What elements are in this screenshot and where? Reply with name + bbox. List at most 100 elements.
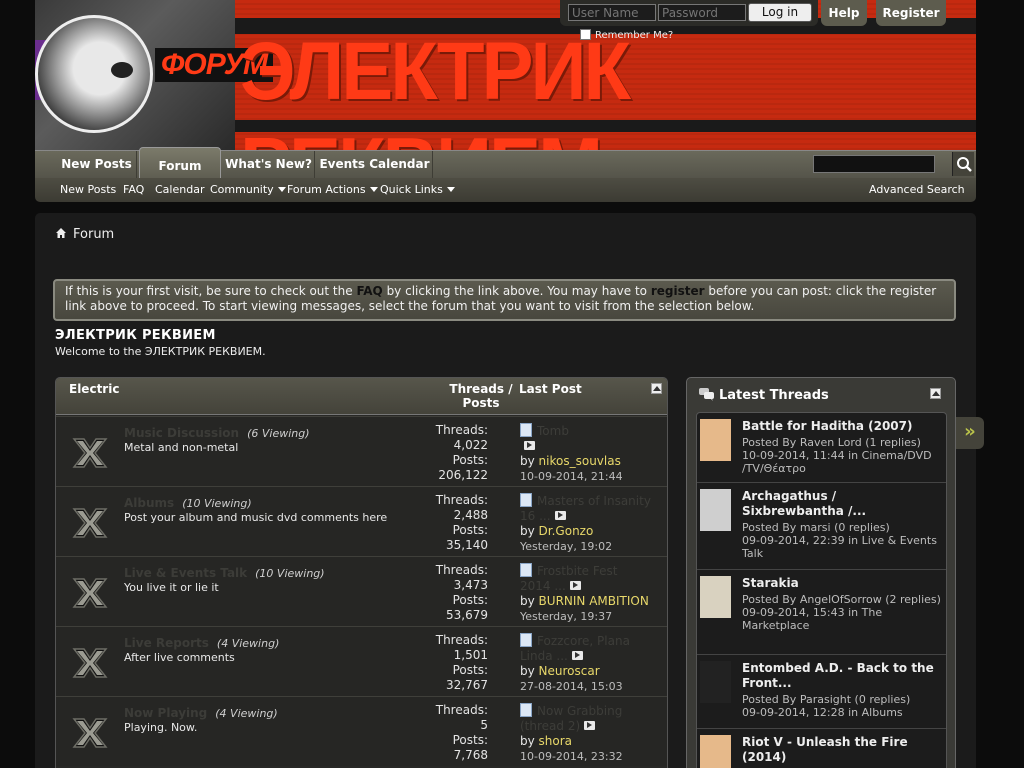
thread-author[interactable]: Raven Lord	[800, 436, 862, 449]
last-post-title[interactable]: Frostbite Fest	[537, 564, 617, 578]
col-last-post: Last Post	[519, 382, 582, 396]
posts-count: 32,767	[446, 678, 488, 692]
thread-thumbnail[interactable]	[700, 576, 731, 618]
x-forum-icon	[72, 438, 108, 468]
threads-label: Threads:	[435, 493, 488, 507]
forum-description: Playing. Now.	[124, 721, 198, 734]
forum-title-text[interactable]: Live Reports	[124, 636, 209, 650]
forum-title[interactable]: Live Reports (4 Viewing)	[124, 636, 279, 650]
last-post-user[interactable]: nikos_souvlas	[539, 454, 621, 468]
collapse-icon[interactable]	[930, 388, 941, 399]
forum-title-text[interactable]: Music Discussion	[124, 426, 239, 440]
arrow-right-icon[interactable]	[584, 721, 596, 730]
last-post-user[interactable]: BURNIN AMBITION	[539, 594, 649, 608]
document-icon	[520, 423, 532, 437]
forum-list: Electric Threads / Posts Last Post Music…	[55, 377, 668, 768]
thread-author[interactable]: marsi	[800, 521, 831, 534]
login-button[interactable]: Log in	[748, 3, 812, 22]
subnav-quick-links[interactable]: Quick Links	[380, 183, 455, 196]
subnav-calendar[interactable]: Calendar	[155, 183, 204, 196]
arrow-right-icon[interactable]	[571, 651, 583, 660]
thread-title[interactable]: Riot V - Unleash the Fire (2014)	[742, 735, 942, 765]
last-post-user[interactable]: Dr.Gonzo	[539, 524, 594, 538]
last-post-title[interactable]: Tomb	[537, 424, 569, 438]
breadcrumb-forum[interactable]: Forum	[73, 227, 114, 242]
last-post-title[interactable]: Fozzcore, Plana	[537, 634, 630, 648]
threads-label: Threads:	[435, 563, 488, 577]
last-post-title-cont[interactable]: 16 ...	[520, 509, 551, 523]
search-button[interactable]	[952, 152, 974, 176]
advanced-search-link[interactable]: Advanced Search	[869, 183, 965, 196]
thread-author[interactable]: Parasight	[800, 693, 851, 706]
forum-title[interactable]: Albums (10 Viewing)	[124, 496, 252, 510]
forum-title[interactable]: Music Discussion (6 Viewing)	[124, 426, 310, 440]
last-post: Frostbite Fest 2014 ... by BURNIN AMBITI…	[520, 563, 660, 624]
home-icon[interactable]	[55, 227, 67, 239]
thread-title[interactable]: Battle for Haditha (2007)	[742, 419, 942, 434]
collapse-icon[interactable]	[651, 383, 662, 394]
arrow-right-icon[interactable]	[524, 441, 535, 450]
thread-forum[interactable]: Albums	[862, 706, 903, 719]
thread-replies: (1 replies)	[865, 436, 921, 449]
forum-title-text[interactable]: Albums	[124, 496, 174, 510]
double-chevron-right-icon[interactable]: »	[956, 417, 984, 449]
subnav-quick-links-label: Quick Links	[380, 183, 443, 196]
welcome-text: Welcome to the ЭЛЕКТРИК РЕКВИЕМ.	[55, 345, 266, 358]
forum-description: After live comments	[124, 651, 235, 664]
thread-title[interactable]: Starakia	[742, 576, 942, 591]
forum-title[interactable]: Live & Events Talk (10 Viewing)	[124, 566, 325, 580]
thread-thumbnail[interactable]	[700, 419, 731, 461]
subnav-new-posts[interactable]: New Posts	[60, 183, 116, 196]
remember-me[interactable]: Remember Me?	[580, 29, 673, 41]
by-label: by	[520, 594, 535, 608]
posts-label: Posts:	[452, 593, 488, 607]
latest-thread-item: Battle for Haditha (2007) Posted By Rave…	[697, 413, 946, 483]
tab-new-posts[interactable]: New Posts	[57, 151, 137, 179]
password-input[interactable]	[658, 4, 746, 21]
forum-title-text[interactable]: Live & Events Talk	[124, 566, 247, 580]
posts-label: Posts:	[452, 453, 488, 467]
thread-title[interactable]: Entombed A.D. - Back to the Front...	[742, 661, 942, 691]
subnav-community[interactable]: Community	[210, 183, 286, 196]
latest-thread-item: Entombed A.D. - Back to the Front... Pos…	[697, 655, 946, 729]
category-title[interactable]: Electric	[69, 382, 119, 396]
last-post-title[interactable]: Masters of Insanity	[537, 494, 651, 508]
threads-count: 3,473	[453, 578, 488, 592]
notice-faq-link[interactable]: FAQ	[356, 284, 382, 298]
last-post-user[interactable]: Neuroscar	[539, 664, 600, 678]
last-post-title-cont[interactable]: (thread 2)	[520, 719, 580, 733]
last-post-title-cont[interactable]: 2014 ...	[520, 579, 566, 593]
help-button[interactable]: Help	[821, 0, 867, 26]
last-post-title-cont[interactable]: Linda ...	[520, 649, 568, 663]
in-label: in	[848, 534, 859, 547]
forum-title-text[interactable]: Now Playing	[124, 706, 207, 720]
thread-thumbnail[interactable]	[700, 735, 731, 768]
search-input[interactable]	[813, 155, 935, 173]
threads-label: Threads:	[435, 633, 488, 647]
banner-title: ЭЛЕКТРИК РЕКВИЕМ	[240, 24, 631, 150]
thread-title[interactable]: Archagathus / Sixbrewbantha /...	[742, 489, 942, 519]
thread-author[interactable]: AngelOfSorrow	[800, 593, 882, 606]
subnav-forum-actions[interactable]: Forum Actions	[287, 183, 378, 196]
forum-row: Albums (10 Viewing) Post your album and m…	[56, 486, 667, 556]
tab-events-calendar[interactable]: Events Calendar	[317, 151, 433, 179]
latest-thread-item: Starakia Posted By AngelOfSorrow (2 repl…	[697, 570, 946, 655]
posted-by-label: Posted By	[742, 593, 797, 606]
tab-whats-new[interactable]: What's New?	[223, 151, 315, 179]
arrow-right-icon[interactable]	[569, 581, 581, 590]
arrow-right-icon[interactable]	[554, 511, 566, 520]
remember-checkbox[interactable]	[580, 29, 591, 40]
notice-register-link[interactable]: register	[651, 284, 705, 298]
forum-title[interactable]: Now Playing (4 Viewing)	[124, 706, 278, 720]
x-forum-icon	[72, 718, 108, 748]
x-forum-icon	[72, 578, 108, 608]
subnav-faq[interactable]: FAQ	[123, 183, 144, 196]
username-input[interactable]	[568, 4, 656, 21]
tab-forum[interactable]: Forum	[139, 147, 221, 180]
last-post-user[interactable]: shora	[539, 734, 573, 748]
thread-thumbnail[interactable]	[700, 661, 731, 703]
thread-thumbnail[interactable]	[700, 489, 731, 531]
last-post-title[interactable]: Now Grabbing	[537, 704, 622, 718]
thread-replies: (0 replies)	[834, 521, 890, 534]
register-button[interactable]: Register	[876, 0, 946, 26]
